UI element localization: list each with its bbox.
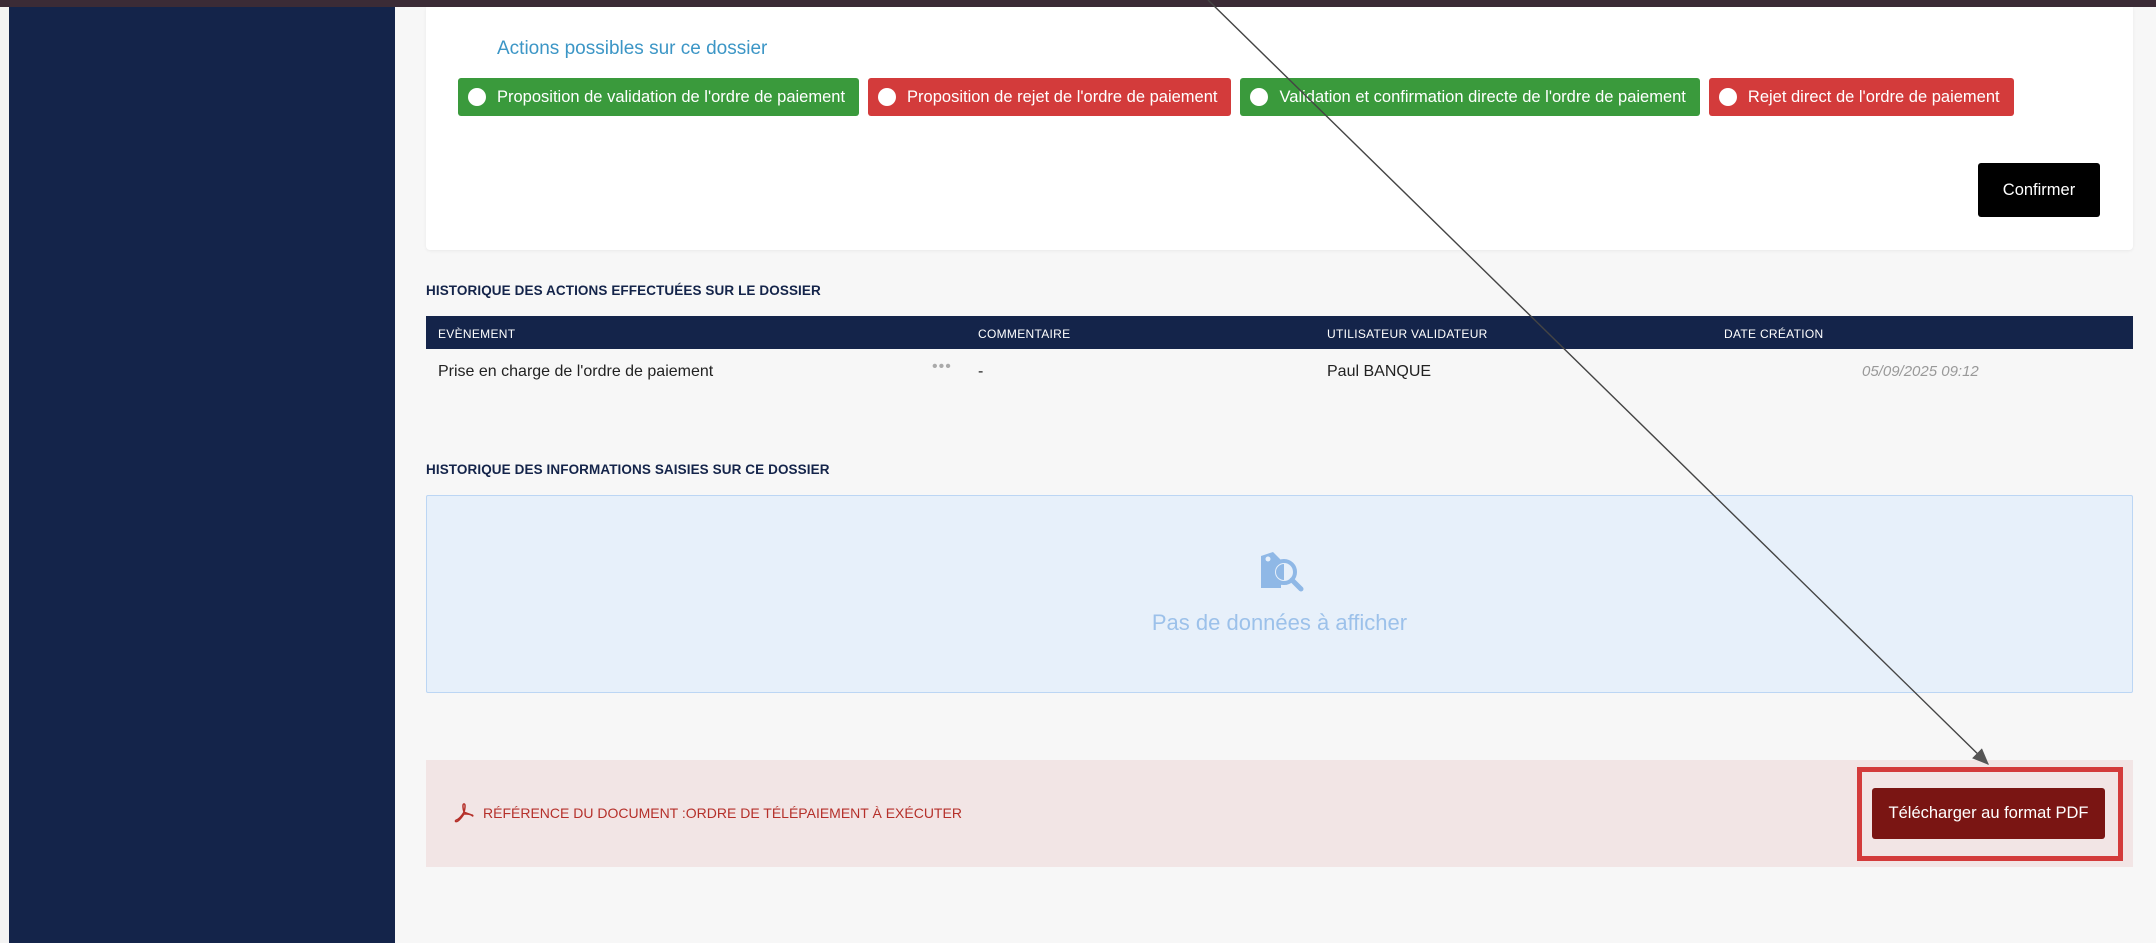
radio-icon[interactable] bbox=[1718, 88, 1737, 106]
document-reference: RÉFÉRENCE DU DOCUMENT :ORDRE DE TÉLÉPAIE… bbox=[483, 805, 962, 821]
info-history-title: HISTORIQUE DES INFORMATIONS SAISIES SUR … bbox=[426, 462, 830, 477]
empty-state: Pas de données à afficher bbox=[426, 495, 2133, 693]
card-title: Actions possibles sur ce dossier bbox=[497, 38, 768, 59]
download-pdf-button[interactable]: Télécharger au format PDF bbox=[1872, 788, 2105, 839]
sidebar bbox=[9, 7, 395, 943]
comment-cell: - bbox=[978, 363, 984, 380]
left-gutter bbox=[0, 7, 9, 943]
top-border bbox=[0, 0, 2156, 7]
empty-message: Pas de données à afficher bbox=[1151, 610, 1408, 635]
column-header-event: EVÈNEMENT bbox=[438, 327, 516, 341]
table-header: EVÈNEMENT COMMENTAIRE UTILISATEUR VALIDA… bbox=[426, 316, 2133, 349]
action-direct-validation[interactable]: Validation et confirmation directe de l'… bbox=[1240, 78, 1700, 116]
date-cell: 05/09/2025 09:12 bbox=[1862, 363, 1979, 380]
action-label: Rejet direct de l'ordre de paiement bbox=[1747, 87, 2000, 106]
action-direct-rejection[interactable]: Rejet direct de l'ordre de paiement bbox=[1708, 78, 2014, 116]
column-header-comment: COMMENTAIRE bbox=[978, 327, 1071, 341]
action-label: Proposition de validation de l'ordre de … bbox=[497, 87, 846, 106]
action-propose-validation[interactable]: Proposition de validation de l'ordre de … bbox=[458, 78, 860, 116]
more-options-icon[interactable]: ••• bbox=[932, 358, 952, 376]
column-header-date: DATE CRÉATION bbox=[1724, 327, 1824, 341]
actions-card: Actions possibles sur ce dossier Proposi… bbox=[426, 7, 2133, 250]
radio-icon[interactable] bbox=[468, 88, 486, 106]
event-cell: Prise en charge de l'ordre de paiement bbox=[438, 363, 714, 380]
user-cell: Paul BANQUE bbox=[1327, 363, 1432, 380]
action-label: Proposition de rejet de l'ordre de paiem… bbox=[907, 87, 1218, 106]
actions-group: Proposition de validation de l'ordre de … bbox=[458, 78, 2014, 116]
pdf-icon bbox=[454, 803, 474, 823]
actions-history-table: EVÈNEMENT COMMENTAIRE UTILISATEUR VALIDA… bbox=[426, 316, 2133, 394]
action-label: Validation et confirmation directe de l'… bbox=[1279, 87, 1686, 106]
radio-icon[interactable] bbox=[878, 88, 897, 106]
actions-history-title: HISTORIQUE DES ACTIONS EFFECTUÉES SUR LE… bbox=[426, 283, 821, 298]
column-header-user: UTILISATEUR VALIDATEUR bbox=[1327, 327, 1488, 341]
table-row: Prise en charge de l'ordre de paiement •… bbox=[426, 349, 2133, 394]
search-tag-icon bbox=[1261, 552, 1304, 592]
confirm-button[interactable]: Confirmer bbox=[1978, 163, 2100, 217]
radio-icon[interactable] bbox=[1250, 88, 1269, 106]
action-propose-rejection[interactable]: Proposition de rejet de l'ordre de paiem… bbox=[868, 78, 1232, 116]
